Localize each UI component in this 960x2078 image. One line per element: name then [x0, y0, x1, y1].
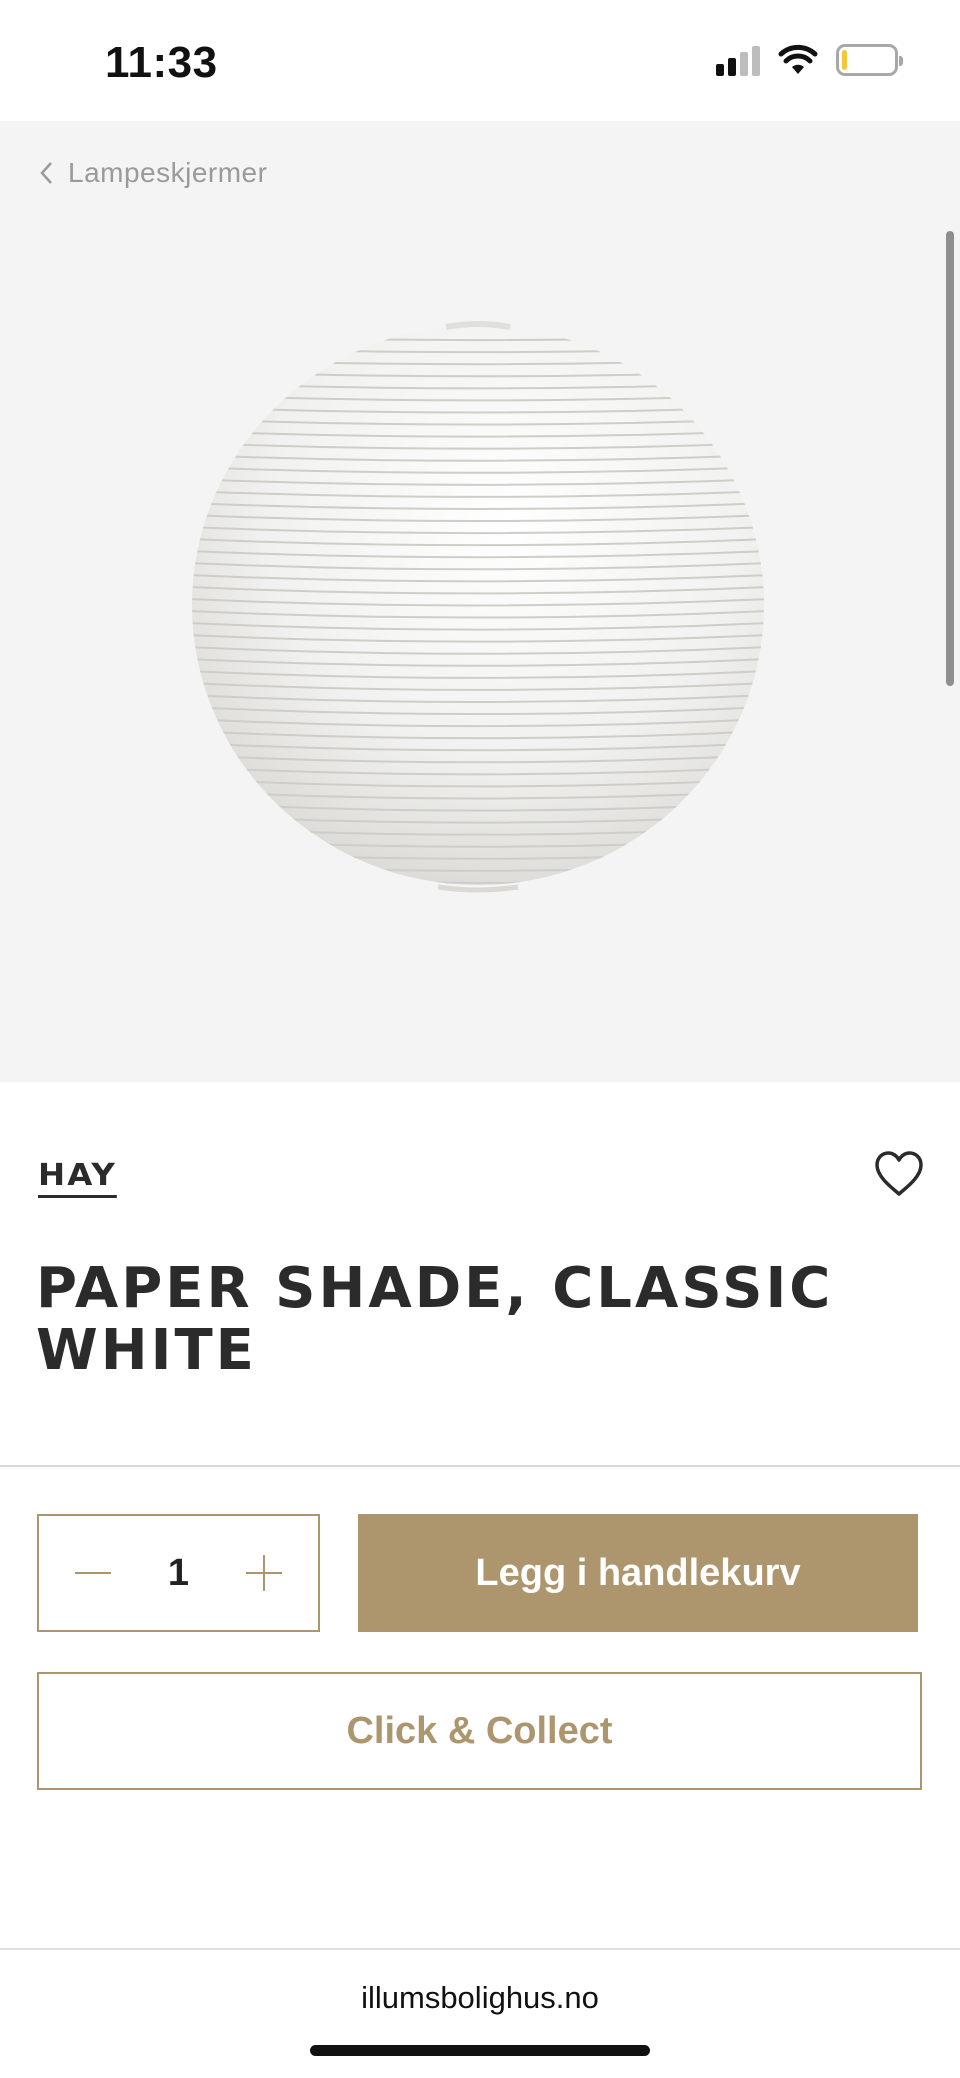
breadcrumb-label: Lampeskjermer	[68, 157, 268, 188]
quantity-stepper: 1	[37, 1514, 320, 1632]
product-image	[192, 321, 764, 893]
quantity-value: 1	[167, 1551, 190, 1594]
battery-level	[842, 50, 847, 70]
status-bar: 11:33	[0, 0, 960, 121]
product-title: PAPER SHADE, CLASSIC WHITE	[36, 1256, 834, 1383]
wifi-icon	[778, 44, 818, 74]
chevron-left-icon	[40, 162, 52, 184]
heart-icon[interactable]	[873, 1150, 925, 1198]
cellular-signal-icon	[716, 44, 760, 76]
url-text: illumsbolighus.no	[361, 1980, 599, 2015]
click-collect-button[interactable]: Click & Collect	[37, 1672, 922, 1790]
add-to-cart-button[interactable]: Legg i handlekurv	[358, 1514, 918, 1632]
home-indicator[interactable]	[310, 2045, 650, 2056]
breadcrumb[interactable]: Lampeskjermer	[38, 157, 267, 189]
battery-icon	[836, 44, 903, 76]
brand-link[interactable]: HAY	[38, 1158, 118, 1198]
status-icons	[716, 44, 903, 76]
product-hero: Lampeskjermer	[0, 121, 960, 1082]
divider	[0, 1465, 960, 1467]
image-scrollbar[interactable]	[946, 231, 954, 686]
browser-url-bar[interactable]: illumsbolighus.no	[0, 1948, 960, 2078]
status-time: 11:33	[105, 38, 218, 87]
minus-icon[interactable]	[73, 1553, 113, 1593]
plus-icon[interactable]	[244, 1553, 284, 1593]
